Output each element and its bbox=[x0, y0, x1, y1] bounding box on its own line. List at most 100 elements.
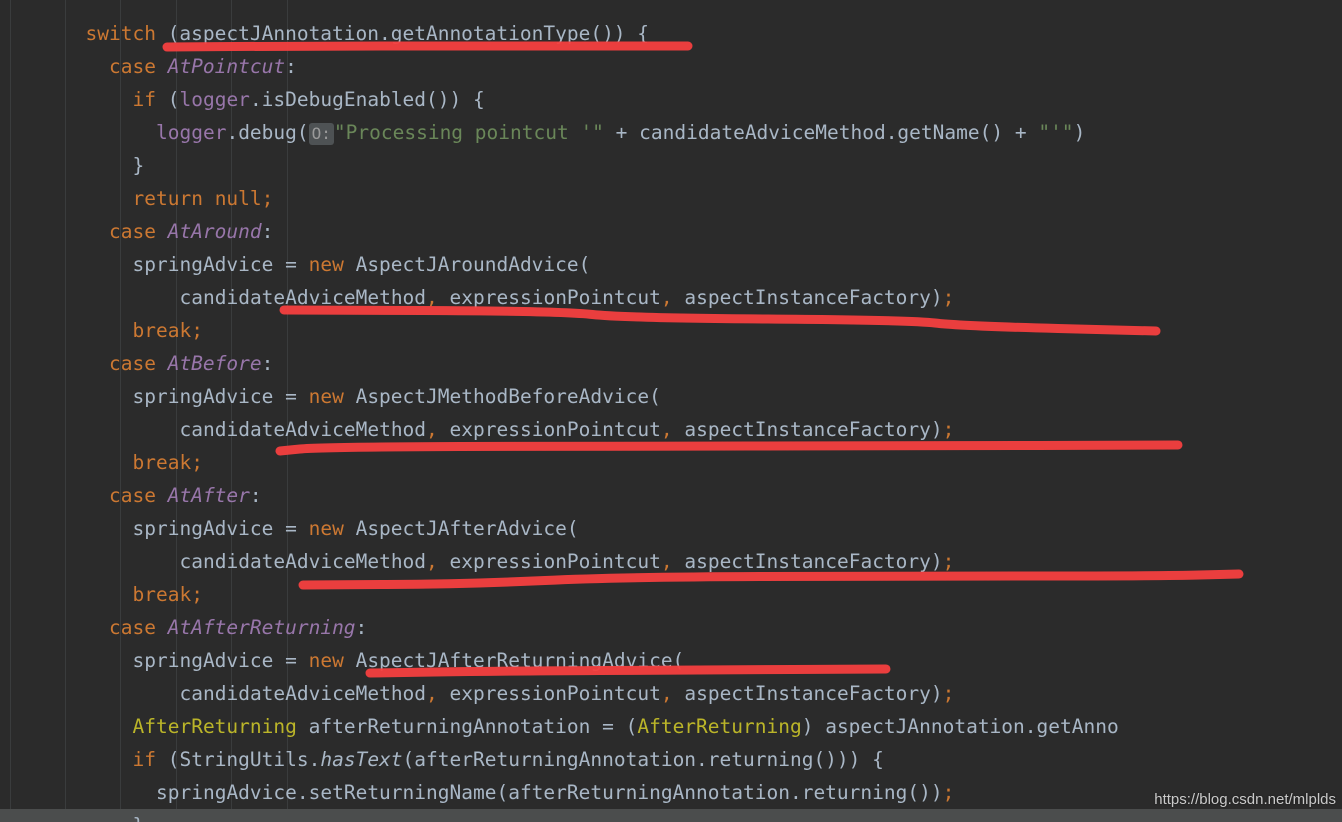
code-line[interactable]: logger.debug(O: "Processing pointcut '" +… bbox=[0, 116, 1342, 149]
code-token: afterReturningAnnotation = ( bbox=[296, 715, 638, 738]
code-line[interactable]: springAdvice = new AspectJAfterAdvice( bbox=[0, 512, 1342, 545]
code-line[interactable]: candidateAdviceMethod, expressionPointcu… bbox=[0, 677, 1342, 710]
code-token: springAdvice = bbox=[132, 649, 309, 672]
code-token: ) bbox=[1073, 121, 1086, 144]
code-token: : bbox=[249, 484, 262, 507]
code-token: AtAfterReturning bbox=[167, 616, 356, 639]
code-token: springAdvice = bbox=[132, 253, 309, 276]
code-token: new bbox=[308, 649, 356, 672]
code-line[interactable]: } bbox=[0, 149, 1342, 182]
code-token: AspectJMethodBeforeAdvice( bbox=[355, 385, 661, 408]
code-token: case bbox=[109, 616, 168, 639]
code-editor[interactable]: switch (aspectJAnnotation.getAnnotationT… bbox=[0, 0, 1342, 822]
code-token: AspectJAfterReturningAdvice( bbox=[355, 649, 685, 672]
code-line[interactable]: return null; bbox=[0, 182, 1342, 215]
code-token: expressionPointcut bbox=[437, 418, 661, 441]
code-line[interactable]: candidateAdviceMethod, expressionPointcu… bbox=[0, 545, 1342, 578]
code-token: } bbox=[133, 814, 145, 822]
code-token: : bbox=[261, 220, 274, 243]
code-token: .debug( bbox=[226, 121, 309, 144]
code-token: case bbox=[109, 220, 168, 243]
code-token: new bbox=[308, 517, 356, 540]
code-token: logger bbox=[179, 88, 250, 111]
code-token: case bbox=[109, 352, 168, 375]
code-token: if bbox=[132, 88, 168, 111]
code-token: aspectInstanceFactory) bbox=[672, 550, 943, 573]
code-token: (StringUtils. bbox=[167, 748, 321, 771]
code-line[interactable]: candidateAdviceMethod, expressionPointcu… bbox=[0, 413, 1342, 446]
code-token: aspectInstanceFactory) bbox=[672, 286, 943, 309]
code-token: AspectJAroundAdvice( bbox=[355, 253, 591, 276]
code-token: new bbox=[308, 385, 356, 408]
code-content[interactable]: switch (aspectJAnnotation.getAnnotationT… bbox=[0, 17, 1342, 822]
code-token: ; bbox=[942, 418, 955, 441]
code-line[interactable]: candidateAdviceMethod, expressionPointcu… bbox=[0, 281, 1342, 314]
code-line[interactable]: case AtAfterReturning: bbox=[0, 611, 1342, 644]
code-line[interactable]: break; bbox=[0, 578, 1342, 611]
code-token: candidateAdviceMethod bbox=[179, 682, 427, 705]
code-token: AfterReturning bbox=[637, 715, 802, 738]
code-token: break bbox=[132, 451, 192, 474]
code-line[interactable]: } bbox=[0, 809, 1342, 822]
code-token: ) aspectJAnnotation.getAnno bbox=[801, 715, 1119, 738]
code-token: springAdvice.setReturningName(afterRetur… bbox=[156, 781, 943, 804]
code-token: expressionPointcut bbox=[437, 286, 661, 309]
code-token: AfterReturning bbox=[132, 715, 297, 738]
code-line[interactable]: springAdvice = new AspectJMethodBeforeAd… bbox=[0, 380, 1342, 413]
code-token: springAdvice = bbox=[132, 385, 309, 408]
code-token: case bbox=[109, 484, 168, 507]
code-token: logger bbox=[156, 121, 227, 144]
code-line[interactable]: break; bbox=[0, 314, 1342, 347]
code-token: springAdvice = bbox=[132, 517, 309, 540]
code-token: AtAround bbox=[167, 220, 262, 243]
code-token: } bbox=[132, 154, 145, 177]
code-token: ; bbox=[942, 781, 955, 804]
code-token: , bbox=[660, 418, 673, 441]
watermark: https://blog.csdn.net/mlplds bbox=[1154, 791, 1336, 808]
code-line[interactable]: springAdvice.setReturningName(afterRetur… bbox=[0, 776, 1342, 809]
code-token: : bbox=[285, 55, 297, 78]
code-line[interactable]: switch (aspectJAnnotation.getAnnotationT… bbox=[0, 17, 1342, 50]
code-token: break bbox=[132, 319, 192, 342]
code-line[interactable]: case AtBefore: bbox=[0, 347, 1342, 380]
code-token: AtPointcut bbox=[167, 55, 286, 78]
code-line[interactable]: if (logger.isDebugEnabled()) { bbox=[0, 83, 1342, 116]
code-token: return bbox=[132, 187, 215, 210]
code-token: (aspectJAnnotation.getAnnotationType()) … bbox=[167, 22, 650, 45]
code-token: AtBefore bbox=[167, 352, 262, 375]
code-line[interactable]: springAdvice = new AspectJAroundAdvice( bbox=[0, 248, 1342, 281]
code-line[interactable]: AfterReturning afterReturningAnnotation … bbox=[0, 710, 1342, 743]
code-token: (afterReturningAnnotation.returning())) … bbox=[402, 748, 884, 771]
code-line[interactable]: case AtAfter: bbox=[0, 479, 1342, 512]
code-token: , bbox=[426, 286, 438, 309]
code-token: candidateAdviceMethod bbox=[179, 418, 427, 441]
code-token: candidateAdviceMethod bbox=[179, 550, 427, 573]
code-token: AspectJAfterAdvice( bbox=[355, 517, 579, 540]
code-line[interactable]: case AtPointcut: bbox=[0, 50, 1342, 83]
code-token: .isDebugEnabled()) { bbox=[249, 88, 485, 111]
code-line[interactable]: break; bbox=[0, 446, 1342, 479]
code-token: ; bbox=[942, 682, 955, 705]
code-token: null bbox=[214, 187, 262, 210]
code-token: , bbox=[426, 550, 438, 573]
code-token: : bbox=[261, 352, 274, 375]
code-token: "'" bbox=[1038, 121, 1074, 144]
code-token: expressionPointcut bbox=[437, 682, 661, 705]
code-line[interactable]: if (StringUtils.hasText(afterReturningAn… bbox=[0, 743, 1342, 776]
parameter-hint-badge: O: bbox=[308, 123, 334, 145]
code-token: : bbox=[355, 616, 368, 639]
code-token: case bbox=[109, 55, 168, 78]
code-token: "Processing pointcut '" bbox=[333, 121, 604, 144]
code-token: , bbox=[660, 286, 673, 309]
code-token: ; bbox=[261, 187, 274, 210]
code-token: AtAfter bbox=[167, 484, 250, 507]
code-line[interactable]: springAdvice = new AspectJAfterReturning… bbox=[0, 644, 1342, 677]
code-token: aspectInstanceFactory) bbox=[672, 418, 943, 441]
code-token: ; bbox=[191, 451, 203, 474]
code-token: candidateAdviceMethod bbox=[179, 286, 427, 309]
code-token: , bbox=[426, 682, 438, 705]
code-token: break bbox=[132, 583, 192, 606]
code-line[interactable]: case AtAround: bbox=[0, 215, 1342, 248]
code-token: + candidateAdviceMethod.getName() + bbox=[603, 121, 1039, 144]
code-token: ; bbox=[942, 550, 955, 573]
